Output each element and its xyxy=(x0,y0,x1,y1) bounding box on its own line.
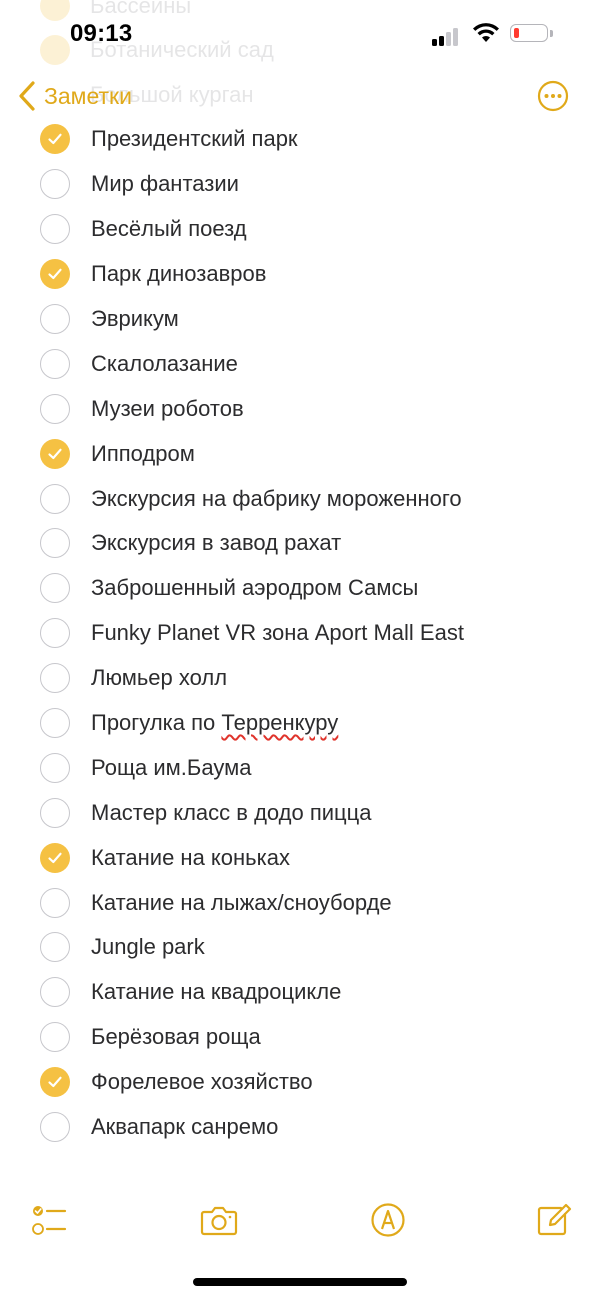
checklist-item-label[interactable]: Весёлый поезд xyxy=(91,216,247,242)
checklist-item-label[interactable]: Jungle park xyxy=(91,934,205,960)
checklist-item-label[interactable]: Катание на лыжах/сноуборде xyxy=(91,890,392,916)
unchecked-circle-icon[interactable] xyxy=(40,663,70,694)
checklist-item-label[interactable]: Парк динозавров xyxy=(91,261,266,287)
checklist-item-label[interactable]: Экскурсия в завод рахат xyxy=(91,530,341,556)
unchecked-circle-icon[interactable] xyxy=(40,618,70,649)
chevron-left-icon xyxy=(19,81,35,111)
checklist-item[interactable]: Заброшенный аэродром Самсы xyxy=(0,566,600,611)
unchecked-circle-icon[interactable] xyxy=(40,887,70,918)
wifi-icon xyxy=(473,23,499,42)
checklist-item[interactable]: Прогулка по Терренкуру xyxy=(0,701,600,746)
unchecked-circle-icon[interactable] xyxy=(40,573,70,604)
checklist-item[interactable]: Форелевое хозяйство xyxy=(0,1060,600,1105)
unchecked-circle-icon[interactable] xyxy=(40,169,70,200)
checklist-item-label[interactable]: Президентский парк xyxy=(91,126,298,152)
spellcheck-underline: Терренкуру xyxy=(221,710,339,736)
ellipsis-circle-icon[interactable] xyxy=(537,80,569,112)
compose-icon[interactable] xyxy=(535,1202,573,1238)
checklist-item[interactable]: Мастер класс в додо пицца xyxy=(0,790,600,835)
checked-circle-icon[interactable] xyxy=(40,259,70,290)
checklist-item-label[interactable]: Музеи роботов xyxy=(91,396,244,422)
status-bar: 09:13 xyxy=(0,0,600,70)
checklist-item[interactable]: Парк динозавров xyxy=(0,252,600,297)
unchecked-circle-icon[interactable] xyxy=(40,797,70,828)
camera-icon[interactable] xyxy=(200,1202,238,1238)
unchecked-circle-icon[interactable] xyxy=(40,393,70,424)
checklist-item-label[interactable]: Форелевое хозяйство xyxy=(91,1069,313,1095)
unchecked-circle-icon[interactable] xyxy=(40,708,70,739)
unchecked-circle-icon[interactable] xyxy=(40,932,70,963)
checklist-item[interactable]: Берёзовая роща xyxy=(0,1015,600,1060)
checklist-item[interactable]: Катание на лыжах/сноуборде xyxy=(0,880,600,925)
checklist-item[interactable]: Роща им.Баума xyxy=(0,745,600,790)
unchecked-circle-icon[interactable] xyxy=(40,752,70,783)
checklist-item[interactable]: Экскурсия в завод рахат xyxy=(0,521,600,566)
checklist-icon[interactable] xyxy=(29,1202,67,1238)
checklist-item-label[interactable]: Ипподром xyxy=(91,441,195,467)
checklist-item-label[interactable]: Заброшенный аэродром Самсы xyxy=(91,575,418,601)
checklist-item[interactable]: Jungle park xyxy=(0,925,600,970)
checklist-item-label[interactable]: Эврикум xyxy=(91,306,179,332)
unchecked-circle-icon[interactable] xyxy=(40,214,70,245)
checklist-item-label[interactable]: Катание на коньках xyxy=(91,845,290,871)
cellular-signal-icon xyxy=(432,26,462,46)
checklist-item-label[interactable]: Мир фантазии xyxy=(91,171,239,197)
checklist-item-label[interactable]: Катание на квадроцикле xyxy=(91,979,341,1005)
back-button-label: Заметки xyxy=(44,82,132,109)
checked-circle-icon[interactable] xyxy=(40,438,70,469)
checklist-item-label[interactable]: Роща им.Баума xyxy=(91,755,251,781)
back-button[interactable]: Заметки xyxy=(16,80,132,112)
home-indicator[interactable] xyxy=(193,1278,407,1286)
checklist-item-label[interactable]: Аквапарк санремо xyxy=(91,1114,278,1140)
checklist-item[interactable]: Люмьер холл xyxy=(0,656,600,701)
checklist-item[interactable]: Ипподром xyxy=(0,431,600,476)
checklist-item[interactable]: Скалолазание xyxy=(0,341,600,386)
status-time: 09:13 xyxy=(70,20,133,47)
unchecked-circle-icon[interactable] xyxy=(40,528,70,559)
unchecked-circle-icon[interactable] xyxy=(40,304,70,334)
checklist-item[interactable]: Музеи роботов xyxy=(0,386,600,431)
checklist-item[interactable]: Funky Planet VR зона Aport Mall East xyxy=(0,611,600,656)
checklist-item[interactable]: Катание на коньках xyxy=(0,835,600,880)
checklist-item-label[interactable]: Экскурсия на фабрику мороженного xyxy=(91,486,462,512)
checklist-item[interactable]: Весёлый поезд xyxy=(0,207,600,252)
checklist-item-label[interactable]: Мастер класс в додо пицца xyxy=(91,800,372,826)
battery-icon xyxy=(510,24,553,44)
checklist-item-label[interactable]: Скалолазание xyxy=(91,351,238,377)
checklist-item[interactable]: Экскурсия на фабрику мороженного xyxy=(0,476,600,521)
navigation-bar: Заметки xyxy=(0,74,600,120)
checked-circle-icon[interactable] xyxy=(40,1067,70,1098)
checklist-item-label[interactable]: Funky Planet VR зона Aport Mall East xyxy=(91,620,464,646)
checklist-item[interactable]: Эврикум xyxy=(0,297,600,342)
checklist-item-label[interactable]: Берёзовая роща xyxy=(91,1024,261,1050)
checklist: Президентский парк Мир фантазии Весёлый по… xyxy=(0,117,600,1149)
checklist-item-label[interactable]: Люмьер холл xyxy=(91,665,227,691)
unchecked-circle-icon[interactable] xyxy=(40,1022,70,1053)
checklist-item-label[interactable]: Прогулка по Терренкуру xyxy=(91,710,338,736)
checked-circle-icon[interactable] xyxy=(40,124,70,155)
unchecked-circle-icon[interactable] xyxy=(40,977,70,1008)
checklist-item[interactable]: Мир фантазии xyxy=(0,162,600,207)
checked-circle-icon[interactable] xyxy=(40,842,70,873)
checklist-item[interactable]: Катание на квадроцикле xyxy=(0,970,600,1015)
unchecked-circle-icon[interactable] xyxy=(40,483,70,514)
unchecked-circle-icon[interactable] xyxy=(40,1112,70,1143)
checklist-item[interactable]: Президентский парк xyxy=(0,117,600,162)
checklist-item[interactable]: Аквапарк санремо xyxy=(0,1105,600,1150)
bottom-toolbar xyxy=(0,1196,600,1244)
unchecked-circle-icon[interactable] xyxy=(40,348,70,379)
markup-pen-icon[interactable] xyxy=(369,1202,407,1238)
